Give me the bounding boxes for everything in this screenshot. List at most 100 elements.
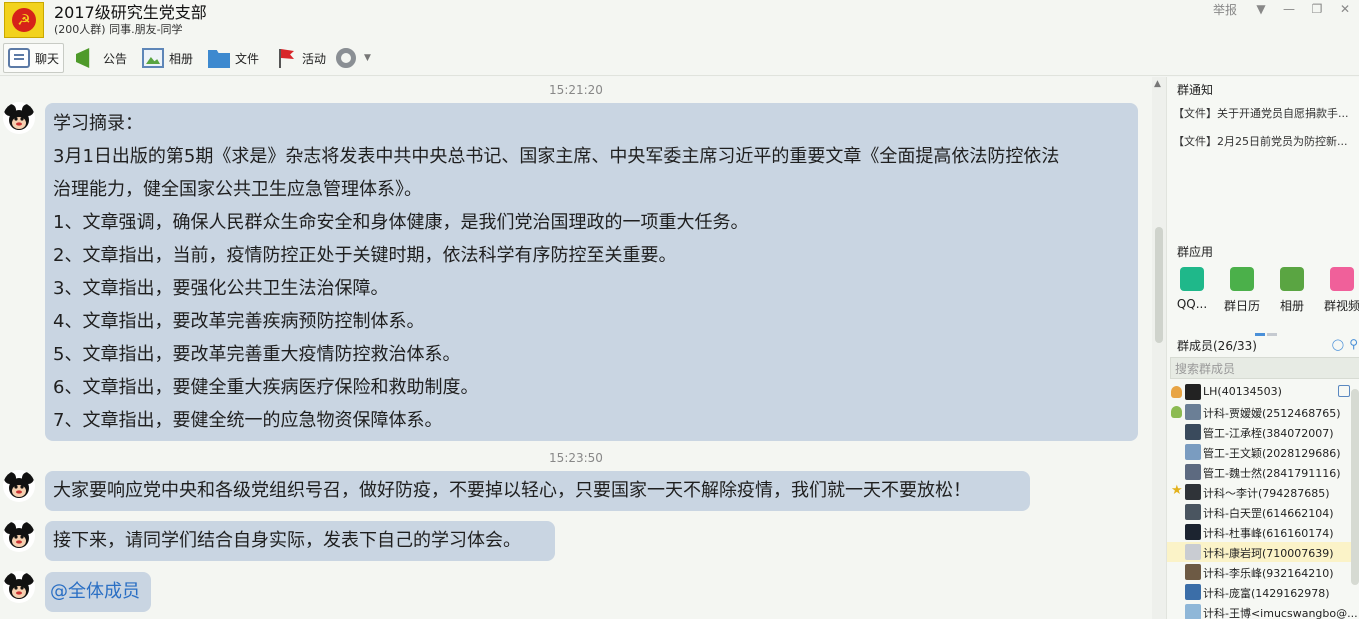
- picture-icon: [142, 48, 164, 68]
- member-row[interactable]: 计科-贾嫒嫒(2512468765): [1167, 402, 1359, 422]
- group-avatar[interactable]: ☭: [4, 2, 44, 38]
- restore-icon[interactable]: ❐: [1303, 2, 1331, 16]
- group-title[interactable]: 2017级研究生党支部: [54, 0, 207, 23]
- tab-notice[interactable]: 公告: [72, 43, 131, 73]
- app-qq-call[interactable]: QQ...: [1167, 267, 1217, 311]
- message-bubble[interactable]: 接下来，请同学们结合自身实际，发表下自己的学习体会。: [45, 521, 555, 561]
- calendar-icon: [1230, 267, 1254, 291]
- edit-icon[interactable]: [1338, 385, 1350, 397]
- member-name: 计科-王博<imucswangbo@...: [1203, 607, 1358, 619]
- notice-item[interactable]: 【文件】关于开通党员自愿捐款手...: [1173, 105, 1358, 121]
- member-row[interactable]: 计科-李乐峰(932164210): [1167, 562, 1359, 582]
- scrollbar-thumb[interactable]: [1155, 227, 1163, 343]
- tab-file-label: 文件: [235, 51, 260, 66]
- app-label: 群日历: [1223, 299, 1260, 313]
- message-line: 3、文章指出，要强化公共卫生法治保障。: [53, 278, 389, 299]
- avatar: [1185, 444, 1201, 460]
- party-emblem-icon: ☭: [12, 8, 36, 32]
- tab-file[interactable]: 文件: [204, 43, 263, 73]
- member-row[interactable]: 计科-王博<imucswangbo@...: [1167, 602, 1359, 619]
- group-apps: QQ... 群日历 相册 群视频: [1171, 267, 1359, 313]
- report-button[interactable]: 举报: [1213, 1, 1237, 18]
- avatar: [1185, 564, 1201, 580]
- chat-bubble-icon[interactable]: ◯: [1332, 338, 1344, 351]
- dropdown-icon[interactable]: ▼: [1247, 2, 1275, 16]
- gear-icon: [336, 48, 356, 68]
- app-label: 相册: [1279, 299, 1304, 313]
- member-name: 计科-李乐峰(932164210): [1203, 567, 1334, 580]
- app-album[interactable]: 相册: [1267, 267, 1317, 314]
- minimize-icon[interactable]: —: [1275, 2, 1303, 16]
- chat-header: ☭ 2017级研究生党支部 (200人群) 同事.朋友-同学 举报 ▼ — ❐ …: [0, 0, 1359, 40]
- message-text: 大家要响应党中央和各级党组织号召，做好防疫，不要掉以轻心，只要国家一天不解除疫情…: [53, 480, 971, 501]
- avatar[interactable]: [3, 571, 35, 603]
- mention-all-link[interactable]: @全体成员: [50, 572, 146, 612]
- search-icon[interactable]: ⚲: [1349, 337, 1358, 351]
- chat-icon: [8, 48, 30, 68]
- settings-button[interactable]: ▼: [332, 43, 375, 73]
- close-icon[interactable]: ✕: [1331, 2, 1359, 16]
- member-name: 计科-康岩珂(710007639): [1203, 547, 1334, 560]
- avatar[interactable]: [3, 470, 35, 502]
- message-line: 学习摘录：: [53, 113, 143, 134]
- video-icon: [1330, 267, 1354, 291]
- mickey-avatar-icon: [4, 522, 34, 548]
- message-line: 2、文章指出，当前，疫情防控正处于关键时期，依法科学有序防控至关重要。: [53, 245, 677, 266]
- avatar[interactable]: [3, 520, 35, 552]
- timestamp: 15:21:20: [549, 83, 603, 97]
- mickey-avatar-icon: [4, 573, 34, 599]
- member-row[interactable]: 管工-王文颖(2028129686): [1167, 442, 1359, 462]
- chat-scrollbar[interactable]: ▲: [1152, 77, 1166, 619]
- star-icon: ★: [1171, 483, 1183, 498]
- mickey-avatar-icon: [4, 472, 34, 498]
- tab-event[interactable]: 活动: [271, 43, 330, 73]
- member-row[interactable]: 管工-江承桎(384072007): [1167, 422, 1359, 442]
- member-row[interactable]: 计科-庞富(1429162978): [1167, 582, 1359, 602]
- chat-message-area[interactable]: 15:21:20 学习摘录： 3月1日出版的第5期《求是》杂志将发表中共中央总书…: [0, 77, 1152, 619]
- members-scrollbar[interactable]: [1351, 389, 1359, 585]
- app-video[interactable]: 群视频: [1317, 267, 1359, 314]
- message-bubble[interactable]: 学习摘录： 3月1日出版的第5期《求是》杂志将发表中共中央总书记、国家主席、中央…: [45, 103, 1138, 441]
- right-sidebar: 群通知 【文件】关于开通党员自愿捐款手... 【文件】2月25日前党员为防控新.…: [1166, 77, 1359, 619]
- member-name: 管工-王文颖(2028129686): [1203, 447, 1341, 460]
- member-name: 计科-贾嫒嫒(2512468765): [1203, 407, 1341, 420]
- toolbar: 聊天 公告 相册 文件 活动 ▼: [0, 40, 1359, 76]
- avatar: [1185, 384, 1201, 400]
- message-line: 5、文章指出，要改革完善重大疫情防控救治体系。: [53, 344, 461, 365]
- member-row[interactable]: LH(40134503): [1167, 382, 1359, 402]
- member-name: 计科-白天罡(614662104): [1203, 507, 1334, 520]
- message-line: 治理能力，健全国家公共卫生应急管理体系》。: [53, 179, 422, 200]
- avatar: [1185, 544, 1201, 560]
- app-label: 群视频: [1323, 299, 1359, 313]
- message-line: 7、文章指出，要健全统一的应急物资保障体系。: [53, 410, 443, 431]
- message-line: 4、文章指出，要改革完善疾病预防控制体系。: [53, 311, 425, 332]
- member-row[interactable]: ★ 计科～李计(794287685): [1167, 482, 1359, 502]
- member-row[interactable]: 管工-魏士然(2841791116): [1167, 462, 1359, 482]
- group-subtitle: (200人群) 同事.朋友-同学: [54, 23, 183, 36]
- member-name: 计科-庞富(1429162978): [1203, 587, 1330, 600]
- member-row[interactable]: 计科-康岩珂(710007639): [1167, 542, 1359, 562]
- avatar: [1185, 404, 1201, 420]
- app-calendar[interactable]: 群日历: [1217, 267, 1267, 314]
- message-bubble[interactable]: @全体成员: [45, 572, 151, 612]
- scroll-up-icon[interactable]: ▲: [1154, 79, 1161, 89]
- member-name: 管工-江承桎(384072007): [1203, 427, 1334, 440]
- member-search-input[interactable]: 搜索群成员: [1170, 357, 1359, 379]
- phone-icon: [1180, 267, 1204, 291]
- member-name: 计科-杜事峰(616160174): [1203, 527, 1334, 540]
- timestamp: 15:23:50: [549, 451, 603, 465]
- notice-item[interactable]: 【文件】2月25日前党员为防控新...: [1173, 133, 1358, 149]
- tab-chat[interactable]: 聊天: [3, 43, 65, 73]
- tab-album-label: 相册: [169, 51, 194, 66]
- window-controls: 举报 ▼ — ❐ ✕: [1213, 0, 1359, 18]
- avatar[interactable]: [3, 102, 35, 134]
- member-row[interactable]: 计科-白天罡(614662104): [1167, 502, 1359, 522]
- message-bubble[interactable]: 大家要响应党中央和各级党组织号召，做好防疫，不要掉以轻心，只要国家一天不解除疫情…: [45, 471, 1030, 511]
- avatar: [1185, 484, 1201, 500]
- message-line: 1、文章强调，确保人民群众生命安全和身体健康，是我们党治国理政的一项重大任务。: [53, 212, 749, 233]
- tab-chat-label: 聊天: [35, 51, 60, 66]
- avatar: [1185, 524, 1201, 540]
- member-row[interactable]: 计科-杜事峰(616160174): [1167, 522, 1359, 542]
- tab-album[interactable]: 相册: [138, 43, 197, 73]
- avatar: [1185, 584, 1201, 600]
